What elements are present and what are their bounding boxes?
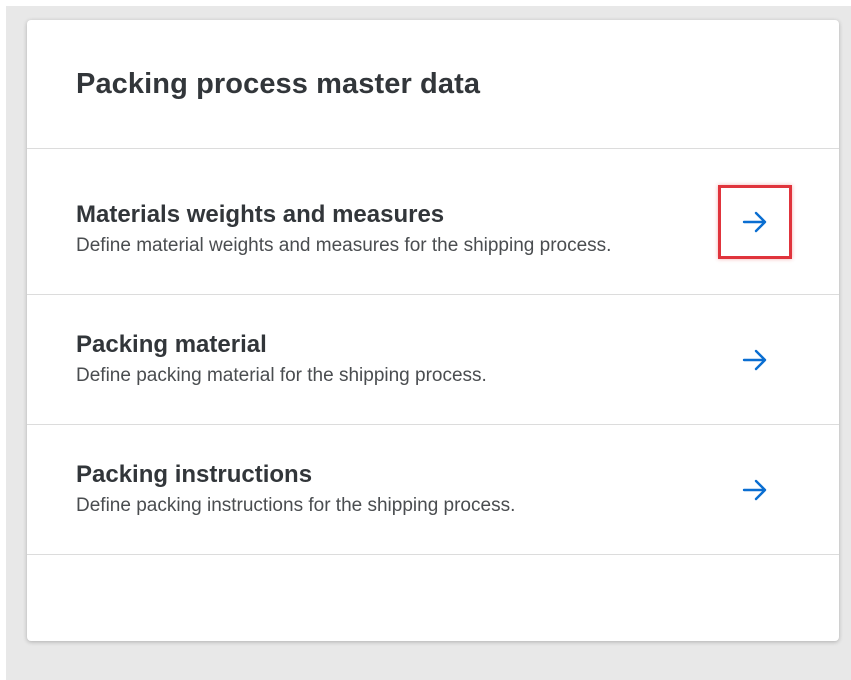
master-data-card: Packing process master data Materials we… [27,20,839,641]
arrow-right-icon [742,349,767,371]
list-item-packing-instructions[interactable]: Packing instructions Define packing inst… [27,425,839,555]
list-item-packing-material[interactable]: Packing material Define packing material… [27,295,839,425]
arrow-right-icon [742,211,767,233]
list-item-materials-weights[interactable]: Materials weights and measures Define ma… [27,149,839,295]
card-header: Packing process master data [27,20,839,149]
arrow-right-icon [742,479,767,501]
card-title: Packing process master data [76,67,481,100]
navigate-materials-weights-button[interactable] [718,185,792,259]
navigate-packing-instructions-button[interactable] [718,453,792,527]
navigate-packing-material-button[interactable] [718,323,792,397]
